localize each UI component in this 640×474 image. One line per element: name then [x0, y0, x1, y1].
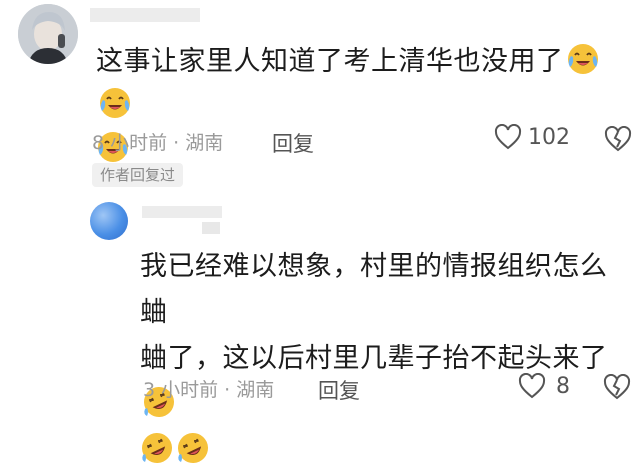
commenter-name-redacted — [90, 8, 200, 22]
reply-button[interactable]: 回复 — [318, 375, 360, 405]
like-count: 8 — [556, 373, 570, 399]
heart-outline-icon — [494, 124, 522, 150]
reply-name-redacted-fragment — [202, 222, 220, 234]
comment-body: 这事让家里人知道了考上清华也没用了 — [96, 46, 564, 77]
dislike-button[interactable] — [604, 125, 632, 156]
reply-body-line1: 我已经难以想象，村里的情报组织怎么蛐 — [140, 251, 608, 328]
reply-name-redacted — [142, 206, 222, 218]
like-button[interactable]: 8 — [518, 373, 570, 399]
rofl-emoji — [178, 433, 208, 463]
reply-avatar[interactable] — [90, 202, 128, 240]
crying-laughing-emoji — [567, 44, 598, 74]
author-replied-tag: 作者回复过 — [92, 163, 184, 187]
broken-heart-outline-icon — [604, 125, 632, 152]
broken-heart-outline-icon — [603, 373, 631, 400]
commenter-avatar[interactable] — [18, 4, 78, 64]
reply-body-line2: 蛐了，这以后村里几辈子抬不起头来了 — [140, 343, 608, 374]
like-button[interactable]: 102 — [494, 124, 570, 150]
reply-button[interactable]: 回复 — [272, 128, 314, 158]
heart-outline-icon — [518, 373, 546, 399]
rofl-emoji — [142, 433, 172, 463]
reply-time-location: 3 小时前 · 湖南 — [143, 379, 275, 401]
dislike-button[interactable] — [603, 373, 631, 404]
crying-laughing-emoji — [100, 88, 130, 118]
comment-time-location: 8 小时前 · 湖南 — [92, 132, 224, 154]
avatar-image — [18, 4, 78, 64]
reply-text: 我已经难以想象，村里的情报组织怎么蛐 蛐了，这以后村里几辈子抬不起头来了 — [140, 244, 620, 474]
like-count: 102 — [528, 124, 570, 150]
